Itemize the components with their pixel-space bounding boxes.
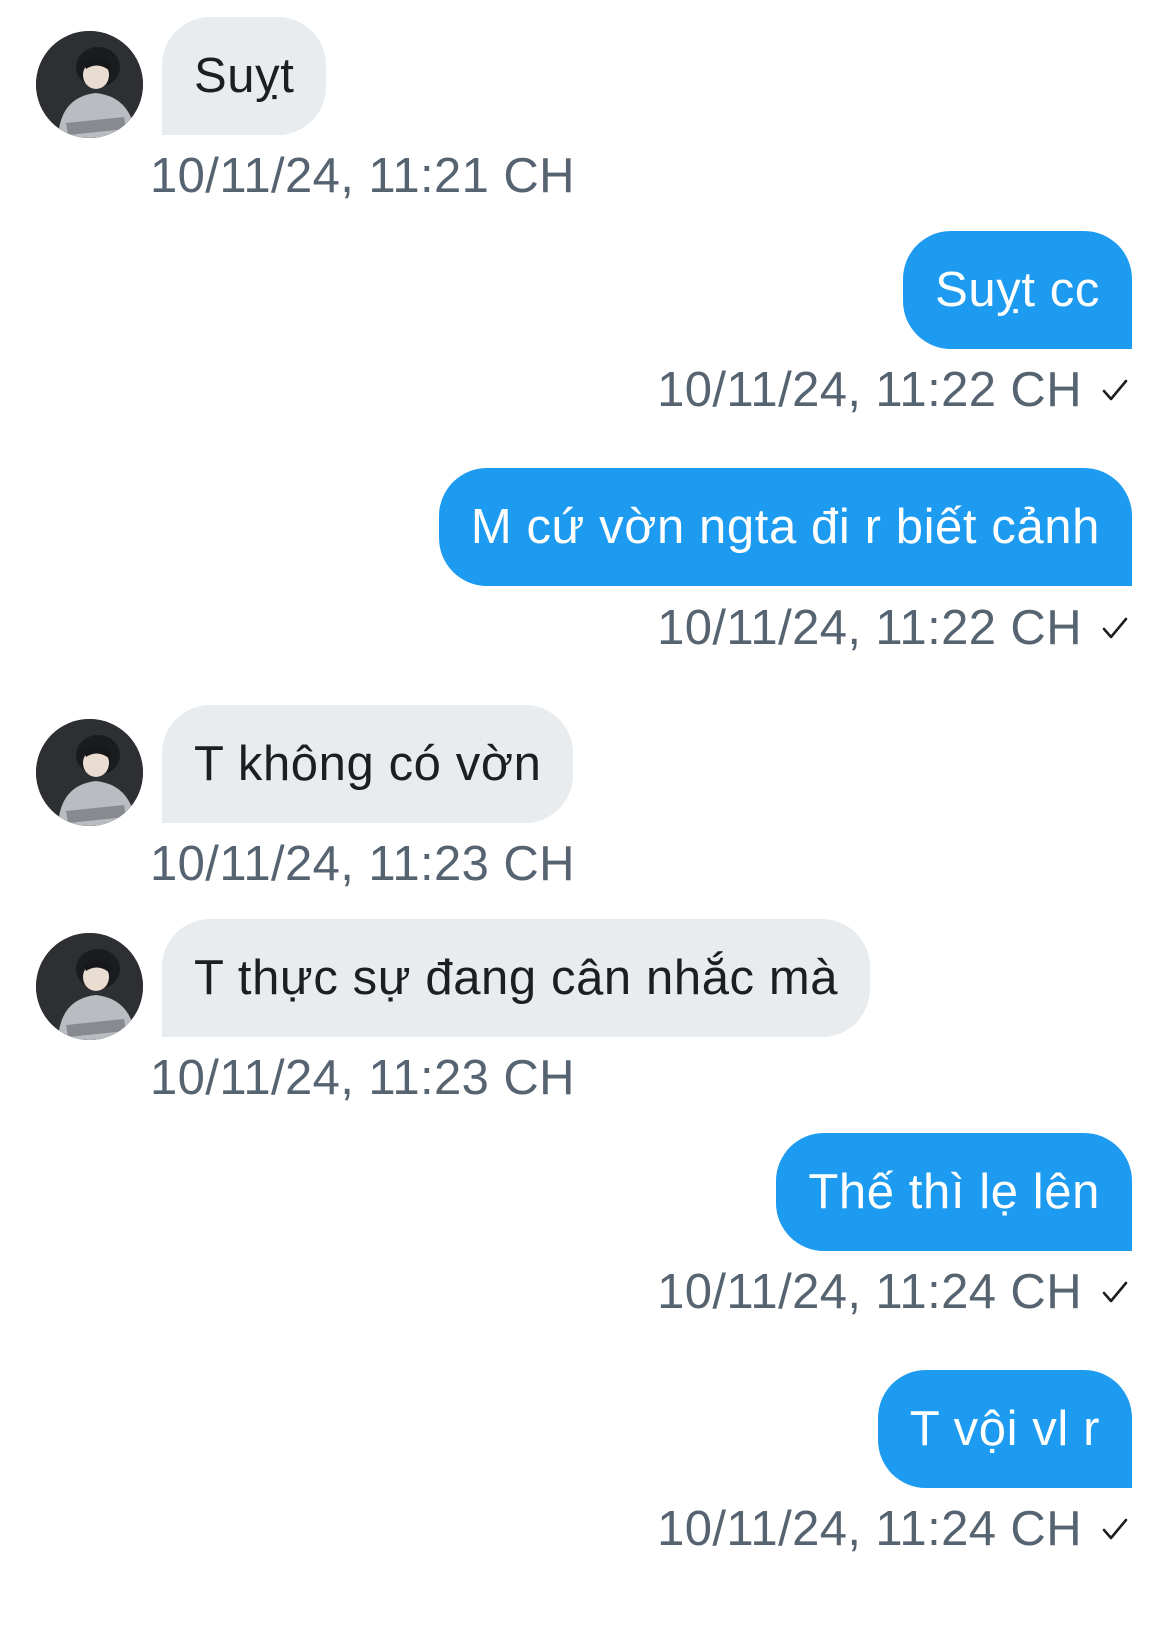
timestamp-text: 10/11/24, 11:22 CH bbox=[657, 601, 1082, 655]
timestamp-text: 10/11/24, 11:23 CH bbox=[150, 837, 575, 891]
avatar-image bbox=[36, 31, 143, 138]
message-text: Thế thì lẹ lên bbox=[808, 1165, 1100, 1219]
incoming-message-bubble[interactable]: T thực sự đang cân nhắc mà bbox=[162, 919, 871, 1037]
outgoing-message-bubble[interactable]: M cứ vờn ngta đi r biết cảnh bbox=[438, 468, 1132, 586]
message-text: T thực sự đang cân nhắc mà bbox=[194, 951, 839, 1005]
timestamp-text: 10/11/24, 11:23 CH bbox=[150, 1051, 575, 1105]
timestamp-text: 10/11/24, 11:22 CH bbox=[657, 363, 1082, 417]
message-text: M cứ vờn ngta đi r biết cảnh bbox=[470, 500, 1100, 554]
outgoing-message-bubble[interactable]: Thế thì lẹ lên bbox=[776, 1133, 1132, 1251]
checkmark-icon bbox=[1102, 379, 1128, 401]
message-timestamp: 10/11/24, 11:22 CH bbox=[657, 362, 1130, 418]
timestamp-text: 10/11/24, 11:24 CH bbox=[657, 1502, 1082, 1556]
avatar[interactable] bbox=[36, 933, 143, 1040]
timestamp-text: 10/11/24, 11:21 CH bbox=[150, 149, 575, 203]
message-timestamp: 10/11/24, 11:22 CH bbox=[657, 600, 1130, 656]
checkmark-icon bbox=[1102, 617, 1128, 639]
avatar-image bbox=[36, 933, 143, 1040]
message-text: T không có vờn bbox=[194, 737, 542, 791]
timestamp-text: 10/11/24, 11:24 CH bbox=[657, 1265, 1082, 1319]
outgoing-message-bubble[interactable]: Suỵt cc bbox=[903, 231, 1132, 349]
incoming-message-bubble[interactable]: Suỵt bbox=[162, 17, 327, 135]
checkmark-icon bbox=[1102, 1518, 1128, 1540]
message-text: Suỵt cc bbox=[935, 263, 1100, 317]
message-timestamp: 10/11/24, 11:21 CH bbox=[150, 148, 575, 204]
incoming-message-bubble[interactable]: T không có vờn bbox=[162, 705, 574, 823]
message-text: T vội vl r bbox=[909, 1402, 1100, 1456]
message-timestamp: 10/11/24, 11:23 CH bbox=[150, 836, 575, 892]
outgoing-message-bubble[interactable]: T vội vl r bbox=[877, 1370, 1132, 1488]
message-text: Suỵt bbox=[194, 49, 295, 103]
message-timestamp: 10/11/24, 11:24 CH bbox=[657, 1501, 1130, 1557]
checkmark-icon bbox=[1102, 1281, 1128, 1303]
message-thread: Suỵt 10/11/24, 11:21 CH Suỵt cc 10/11/24… bbox=[0, 0, 1170, 1627]
message-timestamp: 10/11/24, 11:23 CH bbox=[150, 1050, 575, 1106]
avatar[interactable] bbox=[36, 31, 143, 138]
avatar-image bbox=[36, 719, 143, 826]
message-timestamp: 10/11/24, 11:24 CH bbox=[657, 1264, 1130, 1320]
avatar[interactable] bbox=[36, 719, 143, 826]
